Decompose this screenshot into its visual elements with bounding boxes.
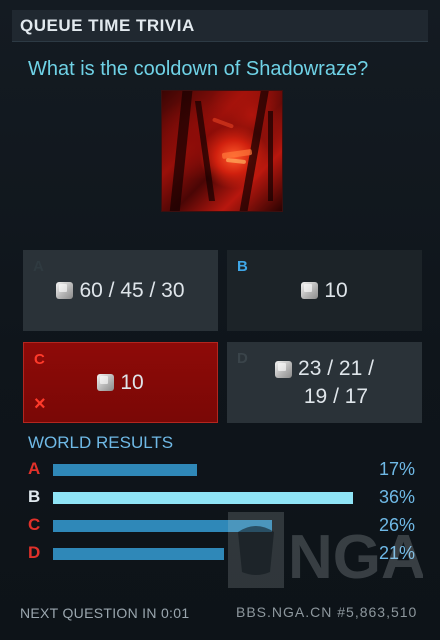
answer-a-value: 60 / 45 / 30: [79, 278, 185, 302]
answer-a-button[interactable]: A 60 / 45 / 30: [23, 250, 218, 331]
result-letter: D: [28, 543, 41, 562]
svg-text:NGA: NGA: [288, 523, 423, 588]
stop-icon: [301, 282, 319, 299]
answer-d-value: 23 / 21 / 19 / 17: [298, 356, 374, 408]
nga-watermark-logo: NGA: [228, 512, 423, 588]
answer-b-button[interactable]: B 10: [227, 250, 422, 331]
stop-icon: [275, 361, 293, 378]
answer-c-value: 10: [120, 370, 144, 394]
result-letter: B: [28, 487, 41, 506]
result-bar: [53, 492, 353, 504]
result-bar: [53, 464, 197, 476]
panel-title: QUEUE TIME TRIVIA: [20, 16, 195, 35]
header-bar: QUEUE TIME TRIVIA: [12, 10, 428, 42]
world-results-title: WORLD RESULTS: [28, 433, 174, 452]
question-text: What is the cooldown of Shadowraze?: [28, 58, 369, 80]
answer-b-value: 10: [324, 278, 348, 302]
result-bar: [53, 548, 224, 560]
stop-icon: [56, 282, 74, 299]
result-percent: 36%: [378, 487, 415, 507]
next-question-timer: NEXT QUESTION IN 0:01: [20, 605, 190, 621]
watermark-site-text: BBS.NGA.CN #5,863,510: [236, 604, 418, 620]
wrong-answer-x-icon: ×: [34, 393, 46, 415]
answer-d-button[interactable]: D 23 / 21 / 19 / 17: [227, 342, 422, 423]
result-letter: C: [28, 515, 41, 534]
result-row-a: A 17%: [28, 459, 420, 481]
stop-icon: [97, 374, 115, 391]
trivia-panel: QUEUE TIME TRIVIA What is the cooldown o…: [0, 0, 440, 640]
result-row-b: B 36%: [28, 487, 420, 509]
answer-c-button[interactable]: C 10 ×: [23, 342, 218, 423]
shadowraze-spell-icon: [161, 90, 283, 212]
result-percent: 17%: [378, 459, 415, 479]
result-letter: A: [28, 459, 41, 478]
